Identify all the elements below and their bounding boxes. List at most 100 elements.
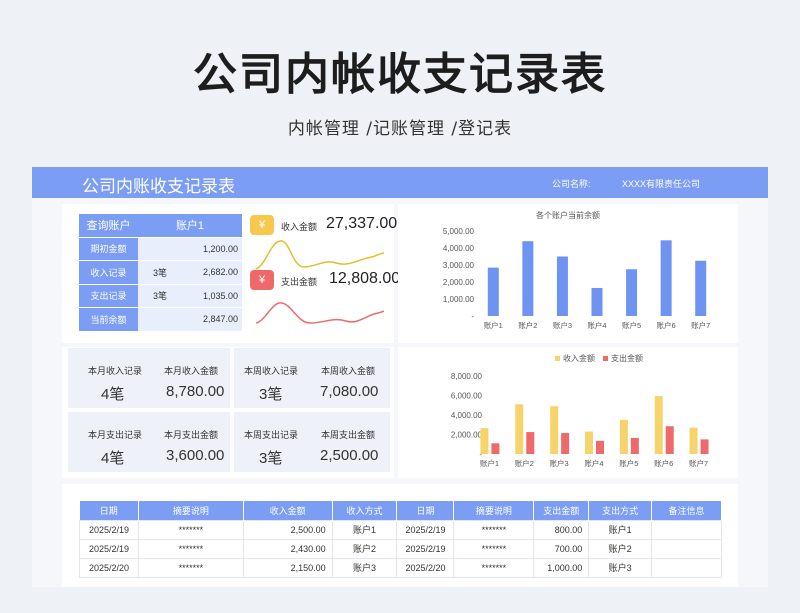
table-cell[interactable]: 2025/2/20 xyxy=(396,557,455,578)
table-cell[interactable]: 2,150.00 xyxy=(242,557,333,578)
account-row-label: 期初金额 xyxy=(79,237,138,260)
account-row-value: 2,847.00 xyxy=(138,308,242,331)
table-cell[interactable]: 账户1 xyxy=(331,519,398,540)
stat-card: 本月收入记录 4笔 本月收入金额 8,780.00 xyxy=(68,348,230,408)
stat-label: 本月收入记录 xyxy=(88,366,143,376)
table-cell[interactable]: 账户3 xyxy=(588,557,653,578)
x-tick-label: 账户5 xyxy=(622,320,641,330)
table-cell[interactable]: ******* xyxy=(453,557,535,578)
stat-value: 4笔 xyxy=(101,386,125,403)
account-row-value: 3笔 2,682.00 xyxy=(138,261,242,284)
income-amount-label: 收入金额 xyxy=(281,222,318,232)
y-tick-label: 3,000.00 xyxy=(443,261,475,270)
income-trend-sparkline xyxy=(255,240,384,270)
balance-bar-chart: 各个账户当前余额 - 1,000.00 2,000.00 3,000.00 4,000.0… xyxy=(443,210,710,330)
account-row-label: 收入记录 xyxy=(79,261,138,284)
table-cell[interactable]: 2025/2/20 xyxy=(79,557,139,578)
bar xyxy=(556,256,568,316)
query-account-label: 查询账户 xyxy=(79,214,138,237)
hero-title: 公司内帐收支记录表 xyxy=(193,49,607,100)
table-cell[interactable] xyxy=(651,557,722,578)
table-cell[interactable]: 账户2 xyxy=(588,538,653,559)
table-cell[interactable]: 2,430.00 xyxy=(242,538,333,559)
table-cell[interactable]: 2025/2/19 xyxy=(79,538,139,559)
table-cell[interactable]: 2025/2/19 xyxy=(396,519,455,540)
column-header: 摘要说明 xyxy=(138,501,244,520)
column-header: 收入方式 xyxy=(332,501,398,520)
expense-trend-sparkline xyxy=(255,302,384,324)
column-header: 备注信息 xyxy=(651,501,722,520)
table-cell[interactable]: 800.00 xyxy=(533,519,590,540)
account-table: 查询账户 账户1 期初金额 1,200.00 收入记录 3笔 2,682.00 支出记… xyxy=(79,214,242,332)
bar xyxy=(596,440,604,454)
stat-label: 本周收入记录 xyxy=(244,366,299,376)
x-tick-label: 账户1 xyxy=(484,320,503,330)
bar xyxy=(561,433,570,454)
table-cell[interactable]: ******* xyxy=(137,519,244,540)
company-label: 公司名称: xyxy=(552,179,591,189)
chart-title: 各个账户当前余额 xyxy=(536,210,600,220)
bar xyxy=(515,404,524,454)
x-tick-label: 账户3 xyxy=(550,458,569,468)
account-row-label: 支出记录 xyxy=(79,284,138,307)
bar xyxy=(665,426,674,454)
y-tick-label: 4,000.00 xyxy=(451,411,483,420)
x-tick-label: 账户5 xyxy=(619,458,638,468)
table-row: 2025/2/19 ******* 2,500.00 账户1 2025/2/19… xyxy=(79,519,722,540)
table-cell[interactable] xyxy=(651,538,722,559)
expense-amount-value: 12,808.00 xyxy=(329,270,401,287)
account-row-value: 3笔 1,035.00 xyxy=(138,284,242,307)
bar xyxy=(585,431,593,454)
hero-subtitle: 内帐管理 /记账管理 /登记表 xyxy=(287,119,513,139)
column-header: 支出金额 xyxy=(533,501,590,520)
x-tick-label: 账户4 xyxy=(587,320,606,330)
table-cell[interactable]: ******* xyxy=(137,538,244,559)
y-tick-label: 5,000.00 xyxy=(443,227,475,236)
table-cell[interactable] xyxy=(651,519,722,540)
table-cell[interactable]: 1,000.00 xyxy=(533,557,590,578)
table-row: 2025/2/20 ******* 2,150.00 账户3 2025/2/20… xyxy=(79,557,722,578)
y-tick-label: 1,000.00 xyxy=(443,295,475,304)
stat-label: 本周支出记录 xyxy=(244,430,299,440)
expense-yen-icon: ¥ xyxy=(250,270,274,290)
table-cell[interactable]: 2,500.00 xyxy=(242,519,333,540)
x-tick-label: 账户6 xyxy=(654,458,673,468)
bar xyxy=(591,287,603,316)
table-row: 2025/2/19 ******* 2,430.00 账户2 2025/2/19… xyxy=(79,538,722,559)
stat-value: 3笔 xyxy=(259,386,283,403)
table-cell[interactable]: 账户2 xyxy=(331,538,398,559)
stat-value: 2,500.00 xyxy=(320,447,379,464)
bar xyxy=(487,267,499,316)
table-cell[interactable]: 2025/2/19 xyxy=(396,538,455,559)
stat-card: 本月支出记录 4笔 本月支出金额 3,600.00 xyxy=(68,412,230,472)
table-cell[interactable]: 2025/2/19 xyxy=(79,519,139,540)
x-tick-label: 账户1 xyxy=(480,458,499,468)
table-cell[interactable]: ******* xyxy=(453,519,535,540)
x-tick-label: 账户7 xyxy=(691,320,710,330)
query-account-select[interactable]: 账户1 xyxy=(138,214,242,237)
legend-label: 收入金额 xyxy=(563,353,595,363)
table-cell[interactable]: 账户1 xyxy=(588,519,653,540)
table-cell[interactable]: 700.00 xyxy=(533,538,590,559)
table-cell[interactable]: ******* xyxy=(137,557,244,578)
column-header: 日期 xyxy=(79,501,139,520)
bar xyxy=(700,439,709,454)
expense-amount-label: 支出金额 xyxy=(281,277,318,287)
stat-label: 本周支出金额 xyxy=(321,430,376,440)
income-yen-icon: ¥ xyxy=(250,215,274,235)
stat-value: 3笔 xyxy=(259,450,283,467)
table-cell[interactable]: ******* xyxy=(453,538,535,559)
stat-label: 本周收入金额 xyxy=(321,366,376,376)
bar xyxy=(619,419,628,454)
company-value[interactable]: XXXX有限责任公司 xyxy=(622,177,700,190)
bar xyxy=(626,269,638,316)
x-tick-label: 账户3 xyxy=(553,320,572,330)
y-tick-label: 4,000.00 xyxy=(443,244,475,253)
x-tick-label: 账户2 xyxy=(518,320,537,330)
stat-card: 本周支出记录 3笔 本周支出金额 2,500.00 xyxy=(234,412,390,472)
x-tick-label: 账户7 xyxy=(689,458,708,468)
account-row-value: 1,200.00 xyxy=(138,237,242,260)
bar xyxy=(695,260,707,316)
table-cell[interactable]: 账户3 xyxy=(331,557,398,578)
stat-card: 本周收入记录 3笔 本周收入金额 7,080.00 xyxy=(234,348,390,408)
